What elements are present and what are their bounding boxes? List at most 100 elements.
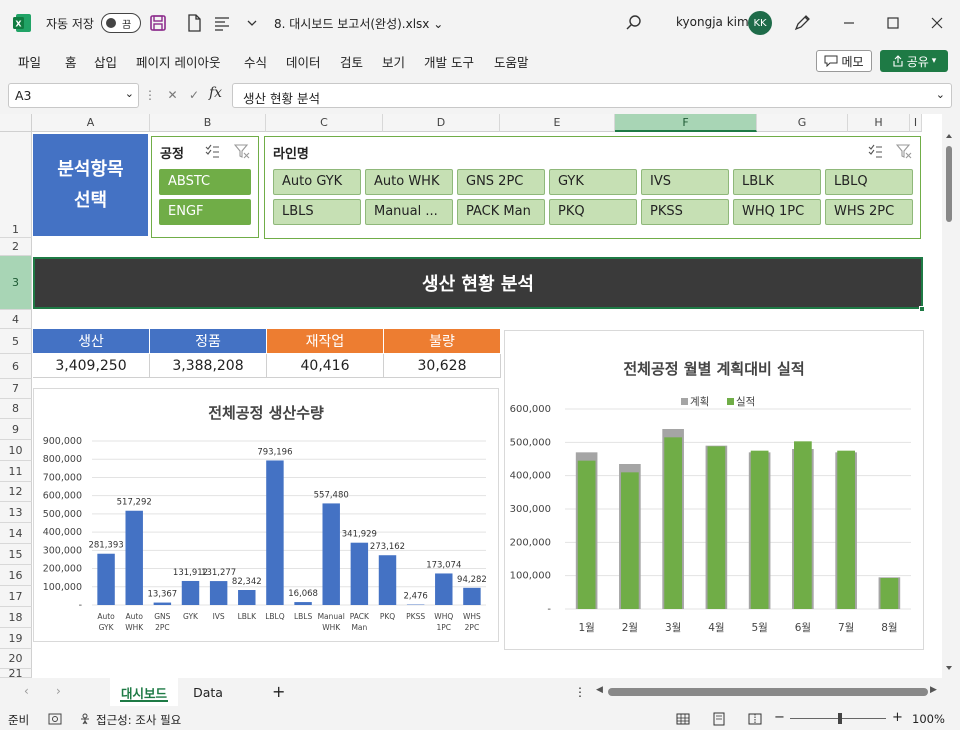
column-header-c[interactable]: C xyxy=(266,114,383,132)
menu-page-layout[interactable]: 페이지 레이아웃 xyxy=(136,52,220,71)
bar[interactable] xyxy=(294,602,312,605)
add-sheet-icon[interactable]: + xyxy=(272,682,285,701)
vertical-scrollbar[interactable] xyxy=(944,132,954,672)
bar-actual[interactable] xyxy=(621,472,639,609)
slicer-item-line[interactable]: LBLK xyxy=(733,169,821,195)
row-header-7[interactable]: 7 xyxy=(0,379,32,399)
multi-select-icon[interactable] xyxy=(867,143,883,159)
bar[interactable] xyxy=(463,587,481,605)
menu-insert[interactable]: 삽입 xyxy=(94,52,117,71)
column-header-a[interactable]: A xyxy=(32,114,150,132)
formula-input[interactable]: 생산 현황 분석 ⌄ xyxy=(232,83,952,108)
customize-toolbar-icon[interactable] xyxy=(242,13,262,33)
row-header-6[interactable]: 6 xyxy=(0,354,32,379)
row-header-12[interactable]: 12 xyxy=(0,482,32,502)
slicer-item-line[interactable]: PKSS xyxy=(641,199,729,225)
clear-filter-icon[interactable] xyxy=(896,143,912,159)
zoom-out-icon[interactable]: − xyxy=(774,710,785,725)
more-options-icon[interactable]: ⋮ xyxy=(574,685,586,699)
bar[interactable] xyxy=(97,553,115,605)
slicer-item-line[interactable]: Auto WHK xyxy=(365,169,453,195)
column-header-f[interactable]: F xyxy=(615,114,757,132)
page-break-view-icon[interactable] xyxy=(748,712,762,726)
worksheet-grid[interactable]: ABCDEFGHI 1 2 3 4 5 6 7 8 9 10 11 12 13 14 15 16 17 18 19 2… xyxy=(0,114,942,678)
row-header-16[interactable]: 16 xyxy=(0,565,32,586)
prev-sheet-icon[interactable]: ‹ xyxy=(24,684,29,698)
pen-icon[interactable] xyxy=(792,13,812,33)
accessibility-status[interactable]: 접근성: 조사 필요 xyxy=(96,712,181,728)
row-header-20[interactable]: 20 xyxy=(0,649,32,669)
bar-actual[interactable] xyxy=(707,446,726,609)
bar[interactable] xyxy=(350,542,369,605)
menu-view[interactable]: 보기 xyxy=(382,52,405,71)
menu-help[interactable]: 도움말 xyxy=(494,52,529,71)
close-icon[interactable] xyxy=(926,12,948,34)
row-header-14[interactable]: 14 xyxy=(0,523,32,544)
row-header-1[interactable]: 1 xyxy=(0,132,32,238)
column-header-b[interactable]: B xyxy=(150,114,266,132)
save-icon[interactable] xyxy=(148,13,168,33)
bar-actual[interactable] xyxy=(577,460,596,609)
bar-actual[interactable] xyxy=(664,437,682,609)
column-header-e[interactable]: E xyxy=(500,114,615,132)
bar[interactable] xyxy=(125,510,143,605)
dashboard-banner[interactable]: 생산 현황 분석 xyxy=(33,257,923,309)
column-header-i[interactable]: I xyxy=(910,114,922,132)
process-slicer[interactable]: 공정 ABSTC ENGF xyxy=(151,136,259,238)
row-header-17[interactable]: 17 xyxy=(0,586,32,607)
row-header-15[interactable]: 15 xyxy=(0,544,32,565)
row-header-3[interactable]: 3 xyxy=(0,256,32,310)
bar-actual[interactable] xyxy=(750,450,769,609)
bar-actual[interactable] xyxy=(880,578,899,609)
menu-file[interactable]: 파일 xyxy=(18,52,41,71)
bar[interactable] xyxy=(378,555,397,605)
slicer-item-line[interactable]: GYK xyxy=(549,169,637,195)
column-header-g[interactable]: G xyxy=(757,114,848,132)
share-button[interactable]: 공유 ▾ xyxy=(880,50,948,72)
slicer-item-line[interactable]: WHQ 1PC xyxy=(733,199,821,225)
slicer-item-line[interactable]: LBLQ xyxy=(825,169,913,195)
page-layout-view-icon[interactable] xyxy=(712,712,726,726)
select-all-corner[interactable] xyxy=(0,114,32,132)
row-header-2[interactable]: 2 xyxy=(0,238,32,256)
tab-data[interactable]: Data xyxy=(182,678,234,706)
memo-button[interactable]: 메모 xyxy=(816,50,872,72)
slicer-item-line[interactable]: Auto GYK xyxy=(273,169,361,195)
next-sheet-icon[interactable]: › xyxy=(56,684,61,698)
tab-dashboard[interactable]: 대시보드 xyxy=(110,678,178,706)
monthly-plan-chart[interactable]: 전체공정 월별 계획대비 실적 계획 실적 600,000 500,000 400,000… xyxy=(504,330,924,650)
row-header-5[interactable]: 5 xyxy=(0,329,32,354)
row-header-4[interactable]: 4 xyxy=(0,310,32,329)
bar[interactable] xyxy=(322,503,340,605)
row-header-13[interactable]: 13 xyxy=(0,502,32,523)
row-header-21[interactable]: 21 xyxy=(0,668,32,678)
bar[interactable] xyxy=(209,581,228,605)
minimize-icon[interactable] xyxy=(838,12,860,34)
expand-formula-icon[interactable]: ⌄ xyxy=(936,88,945,101)
column-header-d[interactable]: D xyxy=(383,114,500,132)
avatar[interactable]: KK xyxy=(748,11,772,35)
slicer-item-line[interactable]: Manual ... xyxy=(365,199,453,225)
line-slicer[interactable]: 라인명 Auto GYK Auto WHK GNS 2PC GYK IVS LBLK LBL… xyxy=(264,136,921,239)
slicer-item-line[interactable]: IVS xyxy=(641,169,729,195)
slicer-item-engf[interactable]: ENGF xyxy=(159,199,251,225)
production-chart[interactable]: 전체공정 생산수량 900,000 800,000 700,000 600,000 500… xyxy=(33,388,499,642)
clear-filter-icon[interactable] xyxy=(234,143,250,159)
menu-data[interactable]: 데이터 xyxy=(286,52,321,71)
column-header-h[interactable]: H xyxy=(848,114,910,132)
row-header-18[interactable]: 18 xyxy=(0,607,32,628)
bar[interactable] xyxy=(153,602,172,605)
slicer-item-line[interactable]: GNS 2PC xyxy=(457,169,545,195)
multi-select-icon[interactable] xyxy=(204,143,220,159)
bar[interactable] xyxy=(238,589,256,605)
bar[interactable] xyxy=(181,580,200,605)
normal-view-icon[interactable] xyxy=(676,712,690,726)
slicer-item-line[interactable]: LBLS xyxy=(273,199,361,225)
maximize-icon[interactable] xyxy=(882,12,904,34)
bar[interactable] xyxy=(435,573,453,605)
menu-formulas[interactable]: 수식 xyxy=(244,52,267,71)
slicer-item-line[interactable]: PACK Man xyxy=(457,199,545,225)
bar[interactable] xyxy=(266,460,284,605)
row-header-9[interactable]: 9 xyxy=(0,419,32,440)
menu-developer[interactable]: 개발 도구 xyxy=(424,52,474,71)
